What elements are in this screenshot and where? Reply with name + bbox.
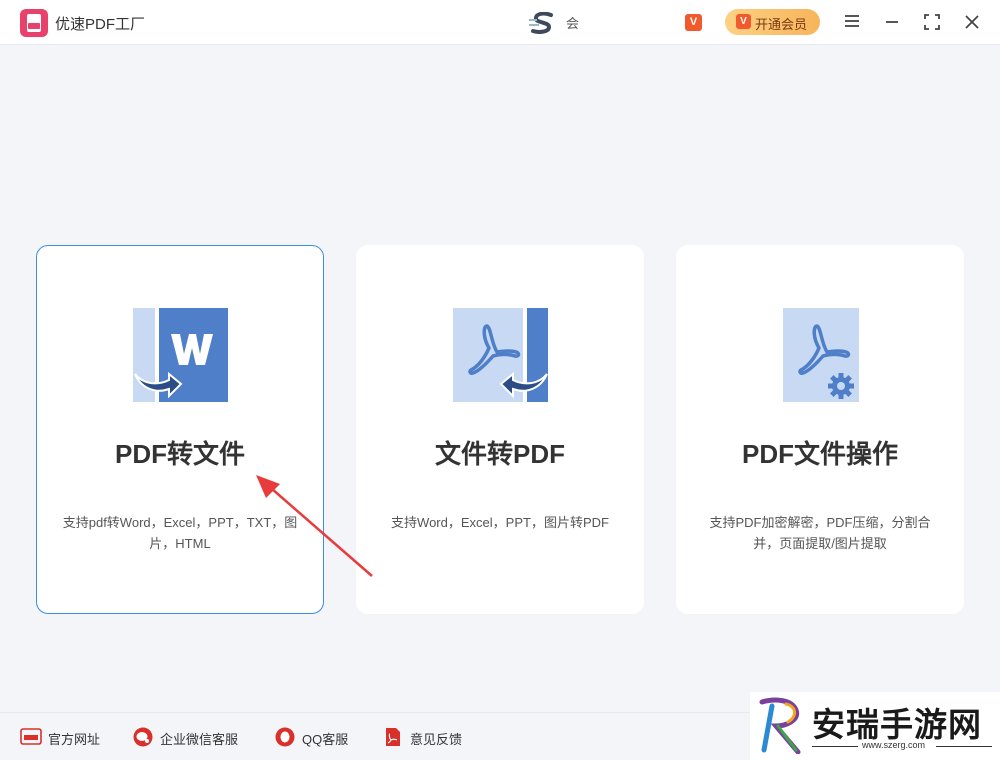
center-label: 会 — [566, 16, 580, 31]
minimize-icon[interactable] — [880, 10, 904, 34]
footer-label: 企业微信客服 — [160, 732, 239, 747]
card-description: 支持Word，Excel，PPT，图片转PDF — [391, 515, 609, 530]
app-logo-icon — [20, 9, 48, 37]
file-to-pdf-icon — [453, 308, 548, 402]
pdf-to-word-icon — [133, 308, 228, 402]
app-title: 优速PDF工厂 — [55, 16, 146, 33]
open-membership-button[interactable]: V 开通会员 — [725, 9, 820, 35]
website-icon — [20, 728, 42, 745]
watermark-divider — [812, 746, 858, 747]
card-title: PDF文件操作 — [741, 439, 898, 469]
maximize-icon[interactable] — [920, 10, 944, 34]
pdf-operations-icon — [783, 308, 859, 402]
card-title: PDF转文件 — [114, 439, 245, 469]
footer-label: 意见反馈 — [410, 732, 463, 747]
site-watermark: 安瑞手游网 www.szerg.com — [750, 692, 1000, 760]
close-icon[interactable] — [960, 10, 984, 34]
open-membership-label: 开通会员 — [755, 17, 808, 32]
menu-icon[interactable] — [840, 10, 864, 34]
title-bar: 优速PDF工厂 会 V V 开通会员 — [0, 0, 1000, 45]
card-pdf-operations[interactable]: PDF文件操作 支持PDF加密解密，PDF压缩，分割合并，页面提取/图片提取 — [676, 245, 964, 614]
footer-label: QQ客服 — [302, 732, 349, 747]
wechat-work-icon — [133, 727, 153, 747]
watermark-logo-icon — [759, 697, 801, 754]
vip-badge-icon[interactable]: V — [685, 14, 702, 31]
card-description: 支持PDF加密解密，PDF压缩，分割合并，页面提取/图片提取 — [709, 515, 931, 551]
card-file-to-pdf[interactable]: 文件转PDF 支持Word，Excel，PPT，图片转PDF — [356, 245, 644, 614]
watermark-url: www.szerg.com — [862, 740, 926, 750]
red-arrow-annotation — [256, 475, 373, 577]
watermark-divider — [936, 746, 992, 747]
qq-icon — [275, 727, 295, 747]
footer-label: 官方网址 — [48, 732, 101, 747]
feedback-icon — [386, 728, 400, 746]
brand-s-logo-icon — [529, 12, 553, 34]
card-title: 文件转PDF — [434, 439, 565, 469]
vip-icon: V — [736, 14, 751, 29]
watermark-title: 安瑞手游网 — [812, 705, 982, 744]
